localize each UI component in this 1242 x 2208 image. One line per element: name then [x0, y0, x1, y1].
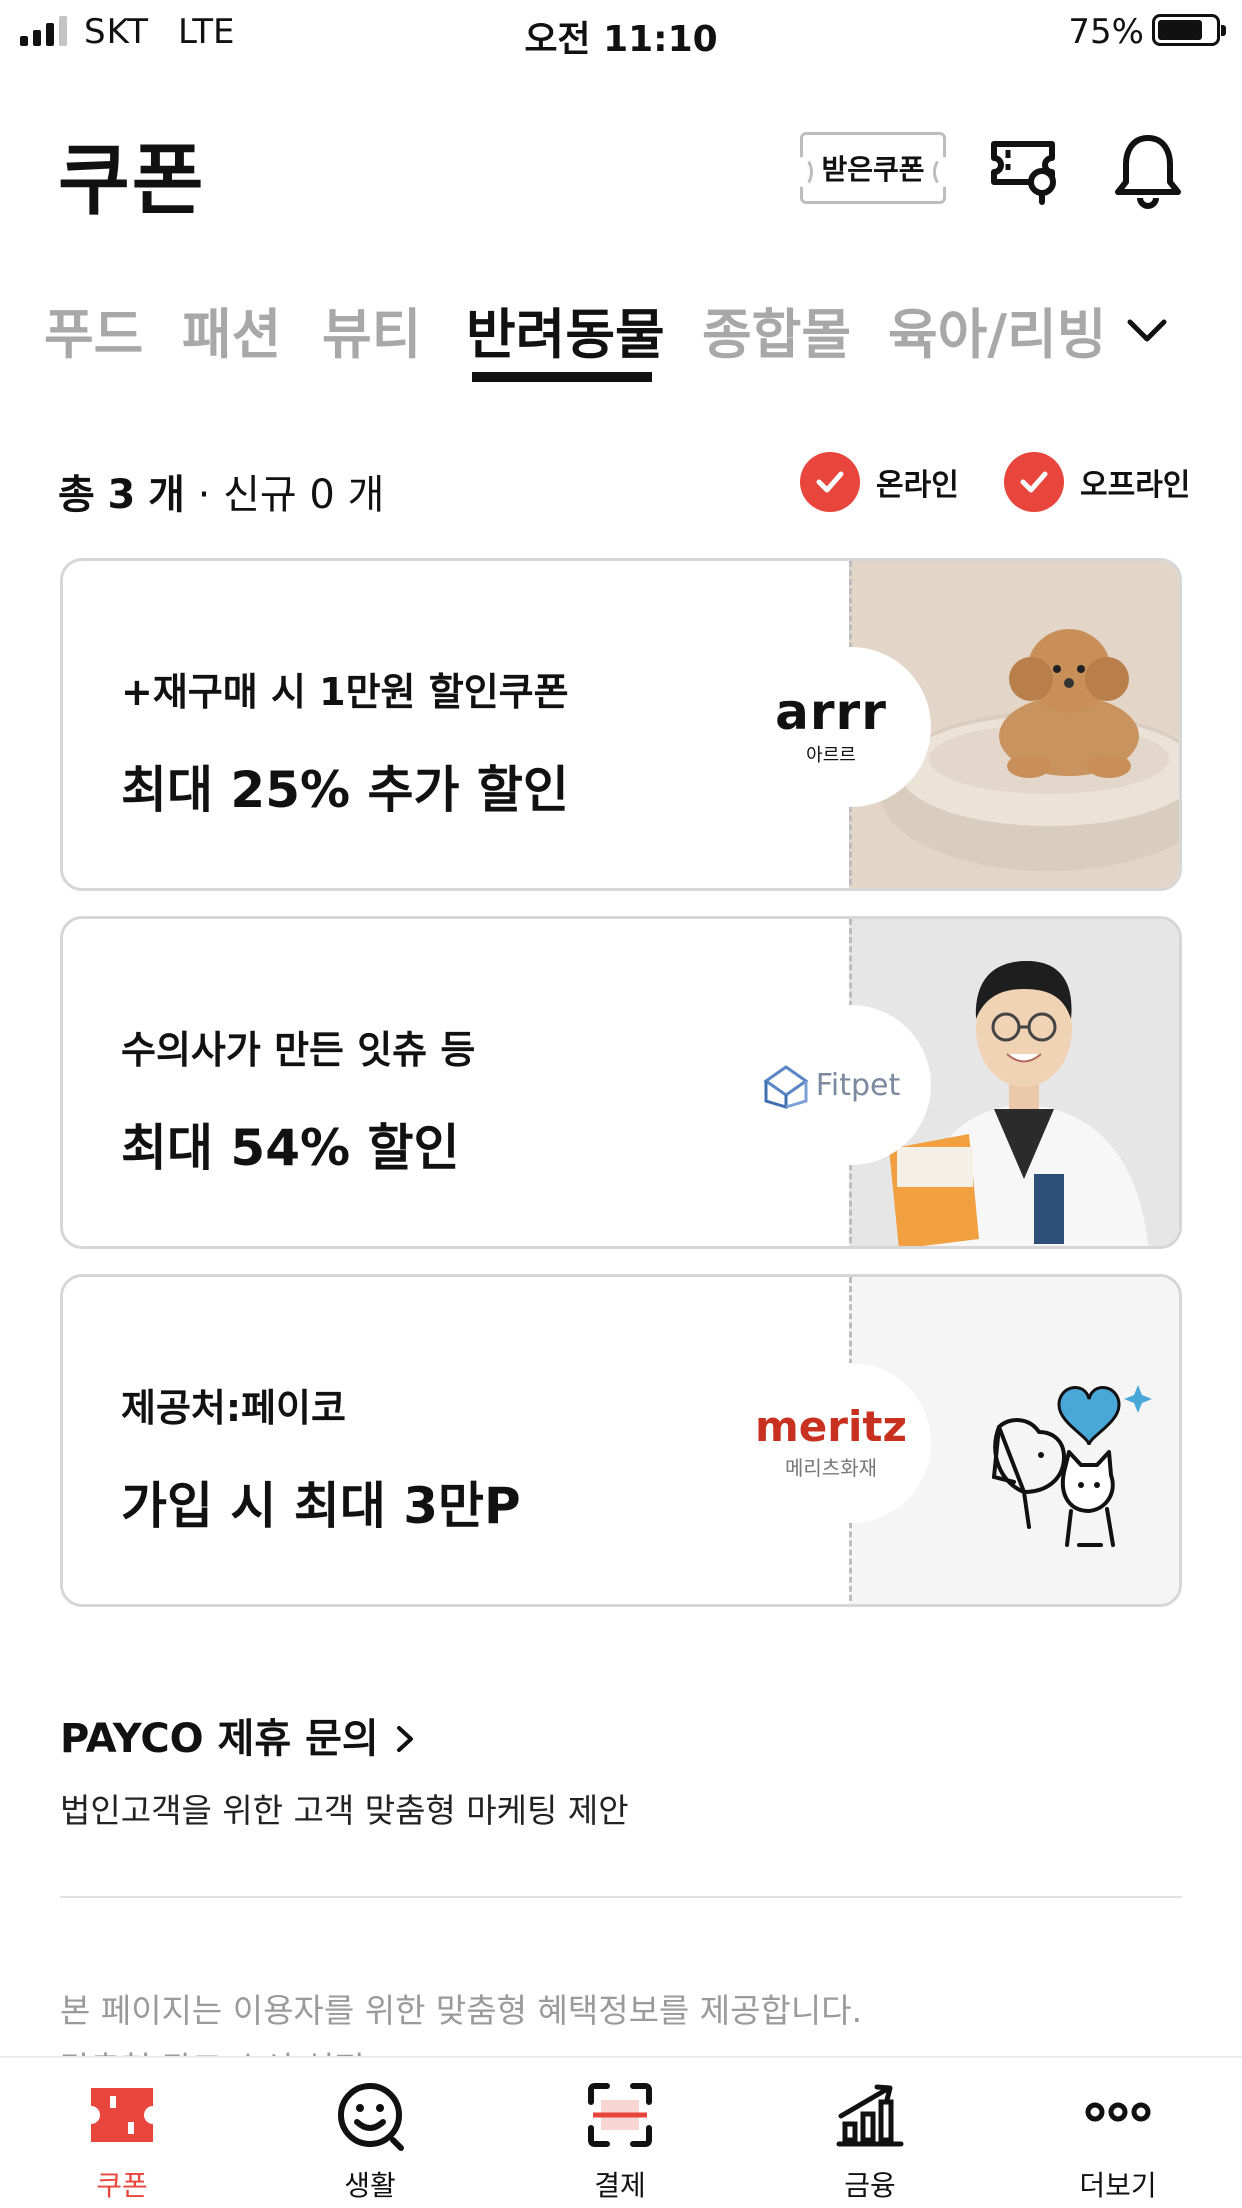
bell-icon[interactable] — [1108, 130, 1188, 210]
coupon-description: 수의사가 만든 잇츄 등 — [121, 1028, 476, 1072]
nav-finance[interactable]: 금융 — [800, 2078, 940, 2204]
coupon-count: 총 3 개 · 신규 0 개 — [58, 472, 385, 518]
page-title: 쿠폰 — [58, 136, 206, 226]
status-time: 오전 11:10 — [524, 19, 718, 60]
nav-life[interactable]: 생활 — [300, 2078, 440, 2204]
check-icon[interactable] — [800, 452, 860, 512]
tab-kids-living[interactable]: 육아/리빙 — [888, 290, 1106, 369]
received-coupon-button[interactable]: 받은쿠폰 — [793, 132, 953, 204]
section-divider — [60, 1896, 1182, 1898]
fitpet-mark-icon — [763, 1065, 809, 1109]
filter-online[interactable]: 온라인 — [800, 452, 959, 512]
tab-fashion[interactable]: 패션 — [182, 290, 281, 369]
coupon-description: +재구매 시 1만원 할인쿠폰 — [121, 670, 569, 714]
filter-offline-label: 오프라인 — [1080, 468, 1191, 503]
battery-percent: 75% — [1068, 12, 1144, 52]
status-bar: SKT LTE 오전 11:10 75% — [0, 0, 1242, 64]
fitpet-logo: Fitpet — [763, 1005, 931, 1165]
tab-pets[interactable]: 반려동물 — [466, 290, 665, 369]
coupon-location-icon[interactable] — [986, 130, 1066, 210]
coupon-benefit: 최대 54% 할인 — [121, 1119, 460, 1177]
filter-offline[interactable]: 오프라인 — [1004, 452, 1190, 512]
notice-text: 본 페이지는 이용자를 위한 맞춤형 혜택정보를 제공합니다. — [60, 1991, 863, 2030]
coupon-card[interactable]: 제공처:페이코 가입 시 최대 3만P meritz 메리츠화재 — [60, 1274, 1182, 1607]
chart-icon — [836, 2084, 904, 2147]
chevron-right-icon — [396, 1726, 413, 1752]
check-icon[interactable] — [1004, 452, 1064, 512]
battery-icon — [1152, 14, 1226, 46]
coupon-benefit: 최대 25% 추가 할인 — [121, 761, 569, 819]
more-icon — [1085, 2102, 1151, 2122]
coupon-card[interactable]: 수의사가 만든 잇츄 등 최대 54% 할인 Fitpet — [60, 916, 1182, 1249]
bottom-navigation: 쿠폰 생활 결제 금융 더보기 — [0, 2056, 1242, 2208]
tab-mall[interactable]: 종합몰 — [702, 290, 851, 369]
coupon-card[interactable]: +재구매 시 1만원 할인쿠폰 최대 25% 추가 할인 arrr 아르르 — [60, 558, 1182, 891]
filter-online-label: 온라인 — [876, 468, 959, 503]
coupon-benefit: 가입 시 최대 3만P — [121, 1477, 521, 1535]
partnership-description: 법인고객을 위한 고객 맞춤형 마케팅 제안 — [60, 1791, 629, 1830]
active-tab-indicator — [472, 372, 652, 382]
coupon-description: 제공처:페이코 — [121, 1386, 346, 1430]
partnership-link[interactable]: PAYCO 제휴 문의 — [60, 1706, 419, 1764]
arrr-logo: arrr 아르르 — [771, 647, 931, 807]
nav-coupon[interactable]: 쿠폰 — [52, 2078, 192, 2204]
nav-more[interactable]: 더보기 — [1048, 2078, 1188, 2204]
nav-pay[interactable]: 결제 — [550, 2078, 690, 2204]
tab-food[interactable]: 푸드 — [44, 290, 143, 369]
smile-icon — [338, 2083, 404, 2151]
scan-pay-icon — [588, 2083, 652, 2147]
chevron-down-icon[interactable] — [1122, 306, 1172, 356]
coupon-icon — [91, 2088, 153, 2142]
tab-beauty[interactable]: 뷰티 — [322, 290, 421, 369]
meritz-logo: meritz 메리츠화재 — [755, 1363, 931, 1523]
